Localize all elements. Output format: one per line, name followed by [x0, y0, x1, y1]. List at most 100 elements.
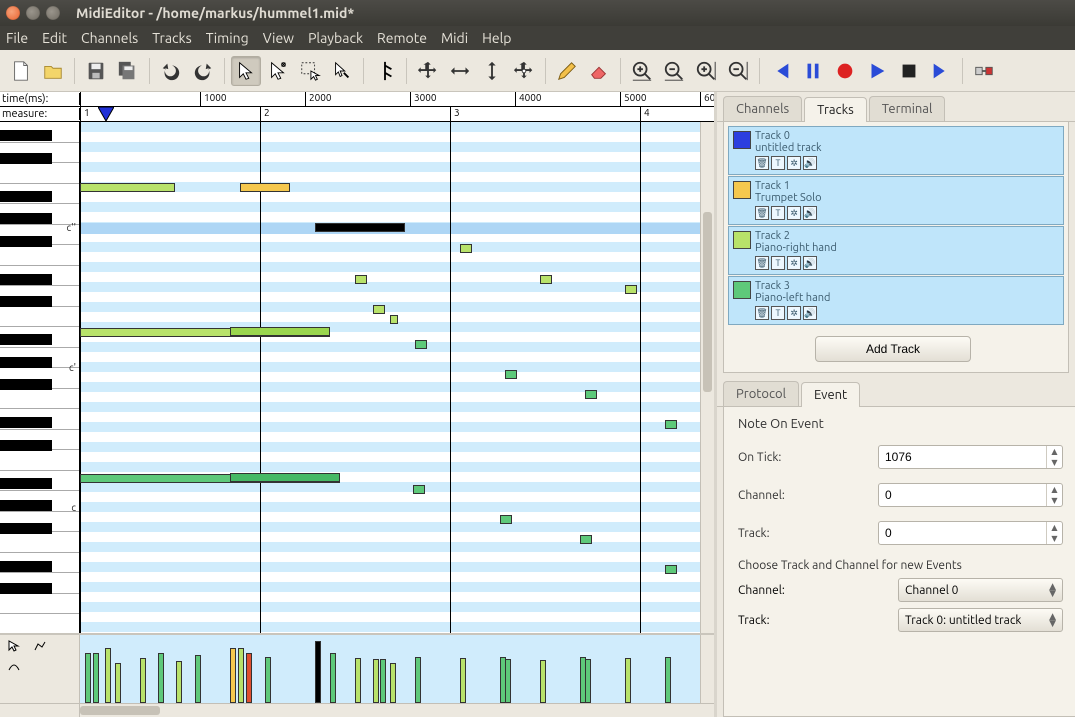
speaker-icon[interactable]: 🔊 — [803, 156, 817, 170]
midi-note[interactable] — [415, 340, 427, 349]
velocity-bar[interactable] — [625, 658, 631, 703]
menu-view[interactable]: View — [263, 30, 294, 46]
time-ruler[interactable]: time(ms): 10002000300040005000600 — [0, 92, 714, 107]
move-anchor-button[interactable] — [509, 56, 539, 86]
resize-horizontal-button[interactable] — [445, 56, 475, 86]
black-key[interactable] — [0, 191, 52, 202]
velocity-bar[interactable] — [246, 653, 252, 703]
velocity-bar[interactable] — [176, 661, 182, 703]
spinbox[interactable]: ▲▼ — [878, 521, 1063, 545]
white-key[interactable] — [0, 450, 79, 471]
midi-note[interactable] — [625, 285, 637, 294]
midi-note[interactable] — [580, 535, 592, 544]
velocity-bar[interactable] — [195, 655, 201, 703]
marquee-tool-button[interactable] — [295, 56, 325, 86]
black-key[interactable] — [0, 130, 52, 141]
play-button[interactable] — [862, 56, 892, 86]
text-icon[interactable]: T — [771, 206, 785, 220]
track-item[interactable]: Track 0untitled track🗑T✲🔊 — [728, 126, 1064, 175]
plus-icon[interactable]: ✲ — [787, 156, 801, 170]
midi-note[interactable] — [665, 420, 677, 429]
tab-channels[interactable]: Channels — [723, 96, 802, 121]
pencil-button[interactable] — [552, 56, 582, 86]
playhead-marker[interactable] — [98, 107, 114, 121]
white-key[interactable] — [0, 307, 79, 328]
save-button[interactable] — [81, 56, 111, 86]
skip-end-button[interactable] — [926, 56, 956, 86]
piano-keyboard[interactable]: c''c'c — [0, 122, 80, 633]
spin-up-icon[interactable]: ▲ — [1047, 484, 1062, 495]
midi-note[interactable] — [373, 305, 385, 314]
menu-midi[interactable]: Midi — [441, 30, 468, 46]
add-track-button[interactable]: Add Track — [815, 336, 971, 362]
midi-note[interactable] — [505, 370, 517, 379]
midi-note[interactable] — [585, 390, 597, 399]
menu-help[interactable]: Help — [482, 30, 511, 46]
black-key[interactable] — [0, 478, 52, 489]
black-key[interactable] — [0, 357, 52, 368]
velocity-bar[interactable] — [105, 648, 111, 703]
velocity-bar[interactable] — [85, 653, 91, 703]
record-button[interactable] — [830, 56, 860, 86]
midi-note[interactable] — [230, 473, 340, 482]
window-minimize-button[interactable] — [26, 6, 40, 20]
spin-down-icon[interactable]: ▼ — [1047, 457, 1062, 468]
velocity-bars[interactable] — [80, 635, 700, 703]
new-file-button[interactable] — [6, 56, 36, 86]
tab-protocol[interactable]: Protocol — [723, 381, 799, 406]
text-icon[interactable]: T — [771, 306, 785, 320]
save-all-button[interactable] — [113, 56, 143, 86]
velocity-bar[interactable] — [230, 648, 236, 703]
trash-icon[interactable]: 🗑 — [755, 156, 769, 170]
velocity-bar[interactable] — [665, 657, 671, 703]
open-file-button[interactable] — [38, 56, 68, 86]
trash-icon[interactable]: 🗑 — [755, 206, 769, 220]
pause-button[interactable] — [798, 56, 828, 86]
white-key[interactable] — [0, 532, 79, 553]
menu-edit[interactable]: Edit — [42, 30, 67, 46]
black-key[interactable] — [0, 274, 52, 285]
menu-remote[interactable]: Remote — [377, 30, 427, 46]
speaker-icon[interactable]: 🔊 — [803, 256, 817, 270]
white-key[interactable] — [0, 594, 79, 615]
midi-note[interactable] — [240, 183, 290, 192]
piano-roll-grid[interactable] — [80, 122, 700, 633]
trash-icon[interactable]: 🗑 — [755, 256, 769, 270]
white-key[interactable] — [0, 389, 79, 410]
midi-note[interactable] — [315, 223, 405, 232]
spinbox[interactable]: ▲▼ — [878, 483, 1063, 507]
velocity-bar[interactable] — [380, 659, 386, 703]
plus-icon[interactable]: ✲ — [787, 306, 801, 320]
combo-select[interactable]: Channel 0▲▼ — [898, 578, 1063, 602]
speaker-icon[interactable]: 🔊 — [803, 306, 817, 320]
menu-tracks[interactable]: Tracks — [152, 30, 191, 46]
velocity-bar[interactable] — [265, 657, 271, 703]
black-key[interactable] — [0, 236, 52, 247]
velocity-bar[interactable] — [115, 663, 121, 703]
white-key[interactable] — [0, 245, 79, 266]
black-key[interactable] — [0, 583, 52, 594]
velocity-bar[interactable] — [460, 658, 466, 703]
black-key[interactable] — [0, 561, 52, 572]
window-maximize-button[interactable] — [46, 6, 60, 20]
midi-note[interactable] — [413, 485, 425, 494]
move-tool-button[interactable] — [413, 56, 443, 86]
tab-tracks[interactable]: Tracks — [804, 97, 867, 122]
redo-button[interactable] — [188, 56, 218, 86]
text-icon[interactable]: T — [771, 256, 785, 270]
undo-button[interactable] — [156, 56, 186, 86]
midi-note[interactable] — [460, 244, 472, 253]
menu-timing[interactable]: Timing — [206, 30, 249, 46]
track-item[interactable]: Track 2Piano-right hand🗑T✲🔊 — [728, 226, 1064, 275]
midi-note[interactable] — [80, 183, 175, 192]
track-item[interactable]: Track 1Trumpet Solo🗑T✲🔊 — [728, 176, 1064, 225]
black-key[interactable] — [0, 440, 52, 451]
spin-down-icon[interactable]: ▼ — [1047, 533, 1062, 544]
scrollbar-thumb[interactable] — [80, 706, 160, 715]
zoom-in-v-button[interactable] — [691, 56, 721, 86]
vertical-scrollbar[interactable] — [700, 122, 714, 633]
black-key[interactable] — [0, 213, 52, 224]
plus-icon[interactable]: ✲ — [787, 256, 801, 270]
velocity-line-tool-icon[interactable] — [28, 637, 52, 655]
midi-note[interactable] — [500, 515, 512, 524]
